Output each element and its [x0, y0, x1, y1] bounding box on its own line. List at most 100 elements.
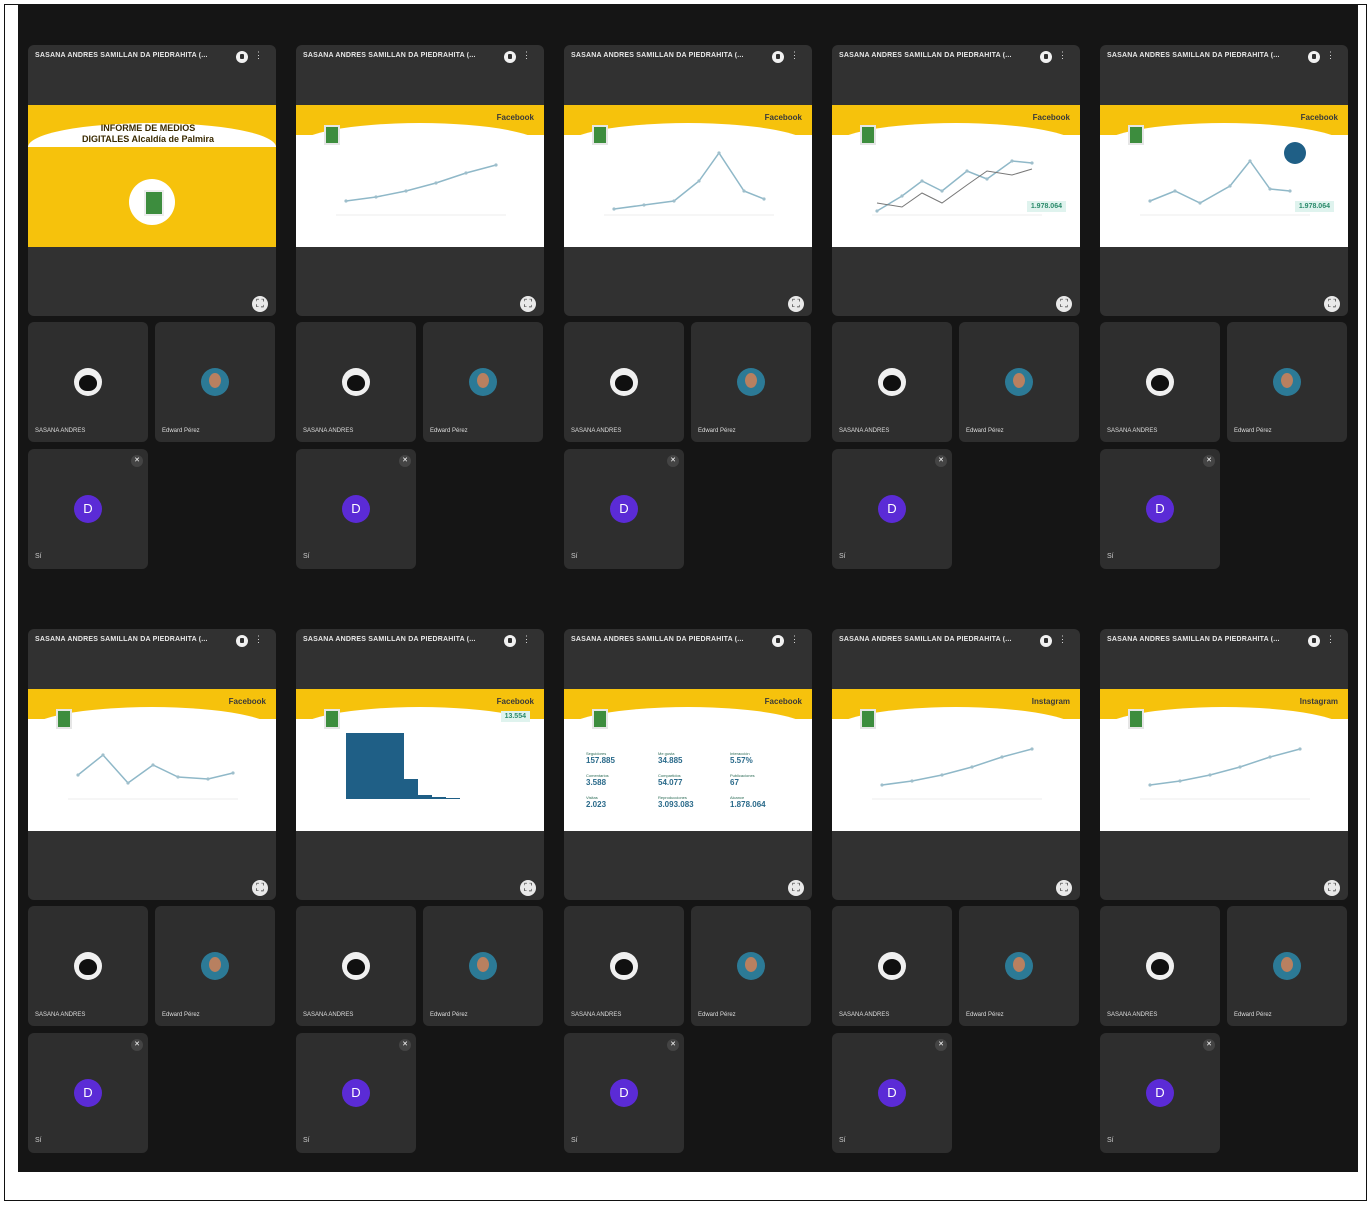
- initial-avatar: D: [610, 1079, 638, 1107]
- participant-tile-2[interactable]: Edward Pérez: [155, 322, 275, 442]
- logo-icon: [592, 709, 608, 729]
- stat-item: Interacción 5.57%: [730, 751, 753, 765]
- pin-icon[interactable]: [504, 635, 516, 647]
- screen-share-tile[interactable]: SASANA ANDRES SAMILLAN DA PIEDRAHITA (..…: [564, 45, 812, 316]
- participant-tile-3[interactable]: D ✕ Sí: [1100, 449, 1220, 569]
- participant-tile-2[interactable]: Edward Pérez: [155, 906, 275, 1026]
- participant-tile-2[interactable]: Edward Pérez: [423, 322, 543, 442]
- participant-name: SASANA ANDRES: [839, 1012, 890, 1018]
- expand-icon[interactable]: ⛶: [252, 296, 268, 312]
- stat-item: Comentarios 3.588: [586, 773, 609, 787]
- participant-tile-1[interactable]: SASANA ANDRES: [564, 906, 684, 1026]
- participant-tile-2[interactable]: Edward Pérez: [1227, 906, 1347, 1026]
- participant-tile-1[interactable]: SASANA ANDRES: [832, 322, 952, 442]
- pin-icon[interactable]: [1040, 51, 1052, 63]
- participant-tile-3[interactable]: D ✕ Sí: [296, 449, 416, 569]
- muted-mic-icon: ✕: [399, 1039, 411, 1051]
- pin-icon[interactable]: [772, 635, 784, 647]
- share-title: SASANA ANDRES SAMILLAN DA PIEDRAHITA (..…: [1107, 636, 1280, 643]
- participant-tile-3[interactable]: D ✕ Sí: [564, 449, 684, 569]
- screen-share-tile[interactable]: SASANA ANDRES SAMILLAN DA PIEDRAHITA (..…: [564, 629, 812, 900]
- more-options-icon[interactable]: ⋮: [790, 634, 799, 645]
- more-options-icon[interactable]: ⋮: [1326, 634, 1335, 645]
- network-label: Facebook: [764, 113, 802, 122]
- more-options-icon[interactable]: ⋮: [1058, 634, 1067, 645]
- participant-tile-1[interactable]: SASANA ANDRES: [28, 322, 148, 442]
- stat-value: 2.023: [586, 800, 607, 809]
- network-label: Facebook: [496, 697, 534, 706]
- participant-tile-3[interactable]: D ✕ Sí: [832, 1033, 952, 1153]
- participant-tile-2[interactable]: Edward Pérez: [1227, 322, 1347, 442]
- participant-name: Edward Pérez: [162, 428, 200, 434]
- expand-icon[interactable]: ⛶: [520, 296, 536, 312]
- pin-icon[interactable]: [504, 51, 516, 63]
- stat-value: 3.093.083: [658, 800, 694, 809]
- presentation-slide: INFORME DE MEDIOS DIGITALES Alcaldía de …: [28, 105, 276, 247]
- expand-icon[interactable]: ⛶: [788, 296, 804, 312]
- participant-tile-1[interactable]: SASANA ANDRES: [28, 906, 148, 1026]
- meeting-panel-7: SASANA ANDRES SAMILLAN DA PIEDRAHITA (..…: [286, 588, 554, 1172]
- participant-tile-1[interactable]: SASANA ANDRES: [296, 322, 416, 442]
- screen-share-tile[interactable]: SASANA ANDRES SAMILLAN DA PIEDRAHITA (..…: [1100, 629, 1348, 900]
- pie-chart: [1284, 142, 1306, 164]
- pin-icon[interactable]: [1308, 51, 1320, 63]
- participant-tile-1[interactable]: SASANA ANDRES: [1100, 906, 1220, 1026]
- participant-tile-2[interactable]: Edward Pérez: [423, 906, 543, 1026]
- pin-icon[interactable]: [236, 51, 248, 63]
- expand-icon[interactable]: ⛶: [1324, 296, 1340, 312]
- participant-tile-2[interactable]: Edward Pérez: [959, 906, 1079, 1026]
- cat-avatar-icon: [74, 368, 102, 396]
- expand-icon[interactable]: ⛶: [252, 880, 268, 896]
- more-options-icon[interactable]: ⋮: [254, 634, 263, 645]
- more-options-icon[interactable]: ⋮: [1058, 50, 1067, 61]
- muted-mic-icon: ✕: [667, 1039, 679, 1051]
- expand-icon[interactable]: ⛶: [1056, 880, 1072, 896]
- expand-icon[interactable]: ⛶: [1056, 296, 1072, 312]
- chart-point: [717, 151, 721, 155]
- participant-tile-2[interactable]: Edward Pérez: [691, 322, 811, 442]
- screen-share-tile[interactable]: SASANA ANDRES SAMILLAN DA PIEDRAHITA (..…: [296, 45, 544, 316]
- screen-share-tile[interactable]: SASANA ANDRES SAMILLAN DA PIEDRAHITA (..…: [832, 45, 1080, 316]
- participant-tile-2[interactable]: Edward Pérez: [691, 906, 811, 1026]
- pin-icon[interactable]: [1040, 635, 1052, 647]
- chart-point: [76, 773, 80, 777]
- participant-tile-3[interactable]: D ✕ Sí: [564, 1033, 684, 1153]
- expand-icon[interactable]: ⛶: [1324, 880, 1340, 896]
- chart-point: [900, 194, 904, 198]
- screen-share-tile[interactable]: SASANA ANDRES SAMILLAN DA PIEDRAHITA (..…: [832, 629, 1080, 900]
- muted-mic-icon: ✕: [667, 455, 679, 467]
- screen-share-tile[interactable]: SASANA ANDRES SAMILLAN DA PIEDRAHITA (..…: [1100, 45, 1348, 316]
- pin-icon[interactable]: [772, 51, 784, 63]
- meeting-panel-2: SASANA ANDRES SAMILLAN DA PIEDRAHITA (..…: [286, 4, 554, 588]
- participant-tile-3[interactable]: D ✕ Sí: [28, 1033, 148, 1153]
- expand-icon[interactable]: ⛶: [788, 880, 804, 896]
- more-options-icon[interactable]: ⋮: [522, 634, 531, 645]
- participant-tile-2[interactable]: Edward Pérez: [959, 322, 1079, 442]
- participant-tile-1[interactable]: SASANA ANDRES: [564, 322, 684, 442]
- participant-tile-3[interactable]: D ✕ Sí: [1100, 1033, 1220, 1153]
- more-options-icon[interactable]: ⋮: [522, 50, 531, 61]
- pin-icon[interactable]: [236, 635, 248, 647]
- participant-tile-1[interactable]: SASANA ANDRES: [296, 906, 416, 1026]
- participant-tile-3[interactable]: D ✕ Sí: [28, 449, 148, 569]
- participant-tile-3[interactable]: D ✕ Sí: [832, 449, 952, 569]
- participant-tile-1[interactable]: SASANA ANDRES: [832, 906, 952, 1026]
- more-options-icon[interactable]: ⋮: [1326, 50, 1335, 61]
- expand-icon[interactable]: ⛶: [520, 880, 536, 896]
- cat-avatar-icon: [342, 952, 370, 980]
- screen-share-tile[interactable]: SASANA ANDRES SAMILLAN DA PIEDRAHITA (..…: [28, 629, 276, 900]
- participant-tile-1[interactable]: SASANA ANDRES: [1100, 322, 1220, 442]
- more-options-icon[interactable]: ⋮: [790, 50, 799, 61]
- participant-tile-3[interactable]: D ✕ Sí: [296, 1033, 416, 1153]
- more-options-icon[interactable]: ⋮: [254, 50, 263, 61]
- screen-share-tile[interactable]: SASANA ANDRES SAMILLAN DA PIEDRAHITA (..…: [296, 629, 544, 900]
- stat-value: 1.878.064: [730, 800, 766, 809]
- share-title: SASANA ANDRES SAMILLAN DA PIEDRAHITA (..…: [35, 636, 208, 643]
- cover-logo: [129, 179, 175, 225]
- pin-icon[interactable]: [1308, 635, 1320, 647]
- screen-share-tile[interactable]: SASANA ANDRES SAMILLAN DA PIEDRAHITA (..…: [28, 45, 276, 316]
- chart-point: [1178, 779, 1182, 783]
- chart-point: [344, 199, 348, 203]
- participant-name: SASANA ANDRES: [35, 428, 86, 434]
- user-avatar-icon: [1005, 368, 1033, 396]
